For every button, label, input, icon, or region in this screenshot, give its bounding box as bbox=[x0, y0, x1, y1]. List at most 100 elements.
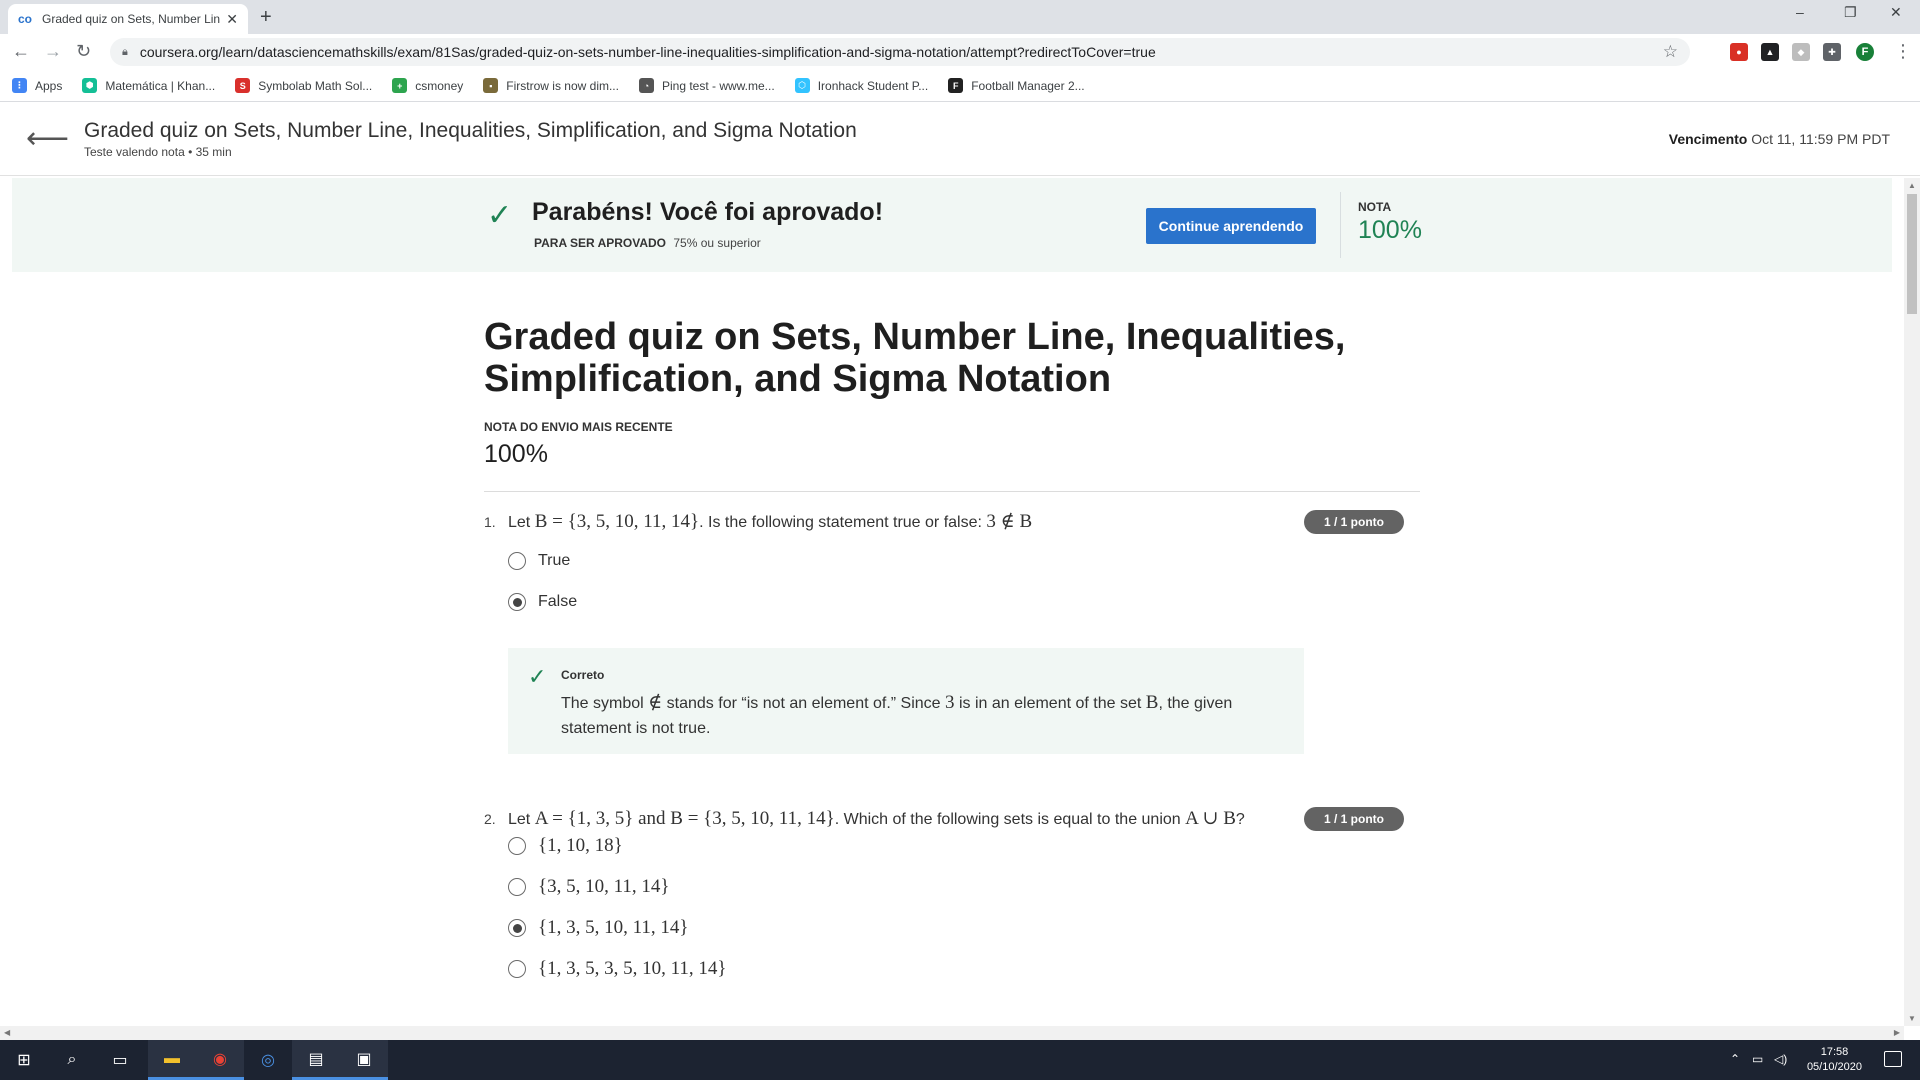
feedback-box: ✓ Correto The symbol ∉ stands for “is no… bbox=[508, 648, 1304, 754]
apps-grid-icon: ⋮ bbox=[12, 78, 27, 93]
grade-value: 100% bbox=[1358, 216, 1422, 244]
radio-button-selected[interactable] bbox=[508, 919, 526, 937]
browser-toolbar: ← → ↻ 🔒︎ coursera.org/learn/datasciencem… bbox=[0, 34, 1920, 70]
bookmarks-bar: ⋮ Apps ⬢ Matemática | Khan... S Symbolab Ma… bbox=[0, 70, 1920, 102]
tray-chevron-icon[interactable]: ⌃ bbox=[1730, 1052, 1740, 1066]
windows-start-icon[interactable]: ⊞ bbox=[0, 1040, 48, 1080]
option-label: False bbox=[538, 593, 578, 610]
windows-taskbar: ⊞ ⌕ ▭ ▬ ◉ ◎ ▤ ▣ ⌃ ▭ ◁) 17:58 05/10/2020 bbox=[0, 1040, 1920, 1080]
scroll-down-icon[interactable]: ▼ bbox=[1908, 1014, 1916, 1023]
math-expression: 3 ∉ B bbox=[986, 511, 1033, 532]
task-view-icon[interactable]: ▭ bbox=[96, 1040, 144, 1080]
option-label: True bbox=[538, 552, 571, 569]
notification-icon[interactable] bbox=[1884, 1051, 1902, 1067]
course-header: ⟵ Graded quiz on Sets, Number Line, Ineq… bbox=[0, 103, 1920, 176]
address-bar[interactable]: 🔒︎ coursera.org/learn/datasciencemathski… bbox=[110, 38, 1690, 66]
profile-avatar[interactable]: F bbox=[1856, 43, 1874, 61]
bookmark-apps[interactable]: ⋮ Apps bbox=[12, 78, 62, 93]
due-label: Vencimento bbox=[1668, 131, 1748, 147]
football-manager-icon: F bbox=[948, 78, 964, 93]
reload-icon[interactable]: ↻ bbox=[76, 41, 91, 62]
math-expression: B = {3, 5, 10, 11, 14} bbox=[670, 808, 835, 829]
feedback-text: The symbol ∉ stands for “is not an eleme… bbox=[561, 692, 1233, 737]
question-number: 2. bbox=[484, 811, 496, 827]
extensions-puzzle-icon[interactable]: ✚ bbox=[1823, 43, 1841, 61]
network-icon[interactable]: ▭ bbox=[1752, 1052, 1763, 1066]
option-label: {3, 5, 10, 11, 14} bbox=[538, 876, 670, 897]
page-title: Graded quiz on Sets, Number Line, Inequa… bbox=[484, 316, 1346, 400]
extension-icon[interactable]: ▲ bbox=[1761, 43, 1779, 61]
minimize-button[interactable]: – bbox=[1796, 4, 1804, 20]
header-subtitle: Teste valendo nota • 35 min bbox=[84, 145, 232, 159]
check-icon: ✓ bbox=[487, 199, 513, 232]
clock-date: 05/10/2020 bbox=[1806, 1061, 1862, 1073]
volume-icon[interactable]: ◁) bbox=[1774, 1052, 1787, 1066]
extension-adblock-icon[interactable]: ● bbox=[1730, 43, 1748, 61]
option-label: {1, 10, 18} bbox=[538, 835, 623, 856]
radio-button[interactable] bbox=[508, 960, 526, 978]
bookmark-ironhack[interactable]: ⬡ Ironhack Student P... bbox=[794, 78, 928, 93]
option-2[interactable]: {3, 5, 10, 11, 14} bbox=[508, 876, 670, 898]
bookmark-ping-test[interactable]: ◔ Ping test - www.me... bbox=[638, 78, 775, 93]
terminal-icon[interactable]: ▣ bbox=[340, 1040, 388, 1080]
system-clock[interactable]: 17:58 05/10/2020 bbox=[1807, 1045, 1862, 1075]
back-icon[interactable]: ← bbox=[12, 41, 30, 62]
math-expression: A ∪ B bbox=[1185, 808, 1236, 829]
chrome-icon[interactable]: ◉ bbox=[196, 1040, 244, 1080]
vertical-scrollbar[interactable]: ▲ ▼ bbox=[1904, 178, 1920, 1026]
close-window-button[interactable]: ✕ bbox=[1890, 4, 1902, 21]
bookmark-football-manager[interactable]: F Football Manager 2... bbox=[948, 78, 1085, 93]
scroll-right-icon[interactable]: ▶ bbox=[1894, 1028, 1900, 1037]
restore-button[interactable]: ❐ bbox=[1844, 4, 1857, 21]
bookmark-symbolab[interactable]: S Symbolab Math Sol... bbox=[235, 78, 372, 93]
option-label: {1, 3, 5, 10, 11, 14} bbox=[538, 917, 689, 938]
scroll-left-icon[interactable]: ◀ bbox=[4, 1028, 10, 1037]
radio-button[interactable] bbox=[508, 837, 526, 855]
option-4[interactable]: {1, 3, 5, 3, 5, 10, 11, 14} bbox=[508, 958, 727, 980]
option-false[interactable]: False bbox=[508, 593, 577, 611]
new-tab-button[interactable]: + bbox=[260, 6, 272, 29]
symbolab-icon: S bbox=[235, 78, 251, 93]
document-app-icon[interactable]: ▤ bbox=[292, 1040, 340, 1080]
coursera-favicon-icon: co bbox=[18, 12, 33, 26]
points-badge: 1 / 1 ponto bbox=[1304, 510, 1404, 534]
scrollbar-thumb[interactable] bbox=[1907, 194, 1917, 314]
due-date: Vencimento Oct 11, 11:59 PM PDT bbox=[1669, 131, 1890, 147]
tab-title: Graded quiz on Sets, Number Lin bbox=[42, 12, 221, 26]
continue-learning-button[interactable]: Continue aprendendo bbox=[1146, 208, 1316, 244]
firstrow-icon: ▪ bbox=[483, 78, 499, 93]
option-label: {1, 3, 5, 3, 5, 10, 11, 14} bbox=[538, 958, 727, 979]
radio-button[interactable] bbox=[508, 878, 526, 896]
search-icon[interactable]: ⌕ bbox=[48, 1040, 96, 1080]
ironhack-icon: ⬡ bbox=[794, 78, 810, 93]
pass-requirement: PARA SER APROVADO 75% ou superior bbox=[534, 236, 761, 250]
pass-label: PARA SER APROVADO bbox=[534, 236, 667, 250]
browser-menu-icon[interactable]: ⋮ bbox=[1894, 41, 1912, 62]
radio-button-selected[interactable] bbox=[508, 593, 526, 611]
browser-tab-strip: co Graded quiz on Sets, Number Lin ✕ + –… bbox=[0, 0, 1920, 34]
bookmark-firstrow[interactable]: ▪ Firstrow is now dim... bbox=[483, 78, 619, 93]
close-tab-icon[interactable]: ✕ bbox=[226, 11, 238, 28]
scroll-up-icon[interactable]: ▲ bbox=[1908, 181, 1916, 190]
bookmark-csmoney[interactable]: + csmoney bbox=[392, 78, 463, 93]
option-3[interactable]: {1, 3, 5, 10, 11, 14} bbox=[508, 917, 689, 939]
radio-button[interactable] bbox=[508, 552, 526, 570]
divider bbox=[1340, 192, 1341, 258]
option-true[interactable]: True bbox=[508, 552, 570, 570]
bookmark-khan[interactable]: ⬢ Matemática | Khan... bbox=[82, 78, 215, 93]
forward-icon[interactable]: → bbox=[44, 41, 62, 62]
bookmark-star-icon[interactable]: ☆ bbox=[1663, 42, 1678, 62]
divider bbox=[484, 491, 1420, 492]
due-value: Oct 11, 11:59 PM PDT bbox=[1751, 131, 1890, 147]
file-explorer-icon[interactable]: ▬ bbox=[148, 1040, 196, 1080]
extension-shield-icon[interactable]: ◆ bbox=[1792, 43, 1810, 61]
recent-grade-value: 100% bbox=[484, 440, 548, 468]
header-title: Graded quiz on Sets, Number Line, Inequa… bbox=[84, 119, 857, 142]
back-arrow-icon[interactable]: ⟵ bbox=[26, 121, 69, 156]
csmoney-icon: + bbox=[392, 78, 408, 93]
horizontal-scrollbar[interactable]: ◀ ▶ bbox=[0, 1026, 1904, 1040]
browser-tab[interactable]: co Graded quiz on Sets, Number Lin ✕ bbox=[8, 4, 248, 34]
option-1[interactable]: {1, 10, 18} bbox=[508, 835, 623, 857]
pass-message: Parabéns! Você foi aprovado! bbox=[532, 198, 884, 226]
app-icon[interactable]: ◎ bbox=[244, 1040, 292, 1080]
